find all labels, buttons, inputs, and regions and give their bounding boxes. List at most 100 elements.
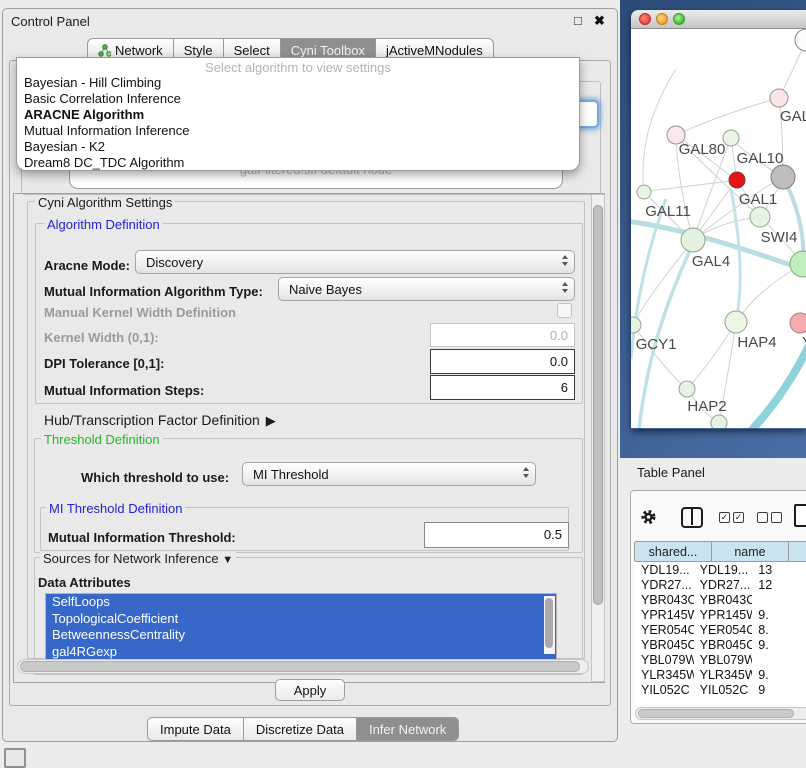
sources-group-title[interactable]: Sources for Network Inference ▼ [40,551,236,566]
tab-infer-network[interactable]: Infer Network [357,717,459,741]
mi-steps-label: Mutual Information Steps: [44,383,204,398]
aracne-mode-select[interactable]: Discovery [135,250,575,274]
network-node[interactable] [771,165,795,189]
table-cell: YBL079W [694,652,753,667]
table-row[interactable]: YBR045CYBR045C9. [635,637,806,652]
table-panel: ✓✓ shared... name A YDL19...YDL19...13YD… [630,490,806,724]
kernel-width-input[interactable]: 0.0 [430,323,575,347]
which-threshold-select[interactable]: MI Threshold [242,462,536,486]
combo-arrows-icon [523,467,529,478]
table-cell: YDL19... [694,562,753,577]
network-node[interactable] [729,172,745,188]
table-row[interactable]: YBR043CYBR043C [635,592,806,607]
network-window-titlebar[interactable] [631,10,806,29]
data-attribute-item[interactable]: gal4RGexp [46,644,556,661]
network-canvas-wrap[interactable]: GAL8GAL80GAL10GAL1GAL11SWI4GAL4GCY1HAP4Y… [631,29,806,428]
network-node[interactable] [790,313,806,333]
mi-steps-input[interactable]: 6 [430,375,575,400]
algorithm-menu-item[interactable]: ARACNE Algorithm [17,107,579,123]
deselect-all-checks-icon[interactable] [757,512,782,523]
network-node[interactable] [637,185,651,199]
close-icon[interactable]: ✖ [594,13,605,29]
column-header[interactable]: name [711,542,789,561]
network-node[interactable] [770,89,788,107]
corner-app-icon[interactable] [4,748,26,768]
algorithm-dropdown-menu: Bayesian - Hill ClimbingBasic Correlatio… [17,75,579,171]
network-node[interactable] [681,228,705,252]
minimize-button[interactable] [656,13,668,25]
apply-button[interactable]: Apply [275,679,345,701]
scrollbar-thumb[interactable] [20,661,580,672]
data-attribute-item[interactable]: BetweennessCentrality [46,627,556,644]
select-all-checks-icon[interactable]: ✓✓ [719,512,744,523]
table-cell: YDL19... [635,562,694,577]
list-scrollbar[interactable] [544,596,555,654]
document-icon[interactable] [794,504,806,527]
manual-kernel-checkbox[interactable] [557,303,572,318]
data-attribute-item[interactable]: TopologicalCoefficient [46,611,556,628]
table-row[interactable]: YDR27...YDR27...12 [635,577,806,592]
data-attribute-item[interactable]: SelfLoops [46,594,556,611]
network-node-label: GCY1 [636,336,677,353]
network-view-window[interactable]: GAL8GAL80GAL10GAL1GAL11SWI4GAL4GCY1HAP4Y… [631,10,806,429]
network-node[interactable] [725,311,747,333]
tab-impute-data[interactable]: Impute Data [147,717,244,741]
scrollbar-thumb[interactable] [593,205,603,605]
network-node[interactable] [723,130,739,146]
which-threshold-label: Which threshold to use: [81,470,229,485]
column-header[interactable]: A [788,542,806,561]
table-row[interactable]: YBL079WYBL079W [635,652,806,667]
table-row[interactable]: YER054CYER054C8. [635,622,806,637]
zoom-button[interactable] [673,13,685,25]
network-node[interactable] [679,381,695,397]
table-row[interactable]: YIL052CYIL052C9 [635,682,806,697]
mi-threshold-label: Mutual Information Threshold: [48,530,236,545]
table-cell: YBR045C [635,637,694,652]
collapse-arrow-icon[interactable]: ▼ [222,554,233,566]
data-attributes-list[interactable]: SelfLoopsTopologicalCoefficientBetweenne… [45,593,557,661]
algorithm-menu-item[interactable]: Dream8 DC_TDC Algorithm [17,155,579,171]
tab-discretize-data[interactable]: Discretize Data [244,717,357,741]
network-edge [644,180,737,192]
close-button[interactable] [639,13,651,25]
network-node[interactable] [795,29,806,51]
threshold-definition-title: Threshold Definition [41,432,163,447]
mi-threshold-input[interactable]: 0.5 [424,522,569,548]
table-cell: 9. [752,607,806,622]
table-row[interactable]: YPR145WYPR145W9. [635,607,806,622]
table-header-row: shared... name A [635,541,806,562]
algorithm-menu-item[interactable]: Basic Correlation Inference [17,91,579,107]
network-node[interactable] [790,251,806,277]
settings-horizontal-scrollbar[interactable] [17,659,589,674]
algorithm-menu-item[interactable]: Bayesian - K2 [17,139,579,155]
manual-kernel-label: Manual Kernel Width Definition [44,305,236,320]
table-horizontal-scrollbar[interactable] [635,707,806,720]
algorithm-dropdown-popup: Select algorithm to view settings Bayesi… [16,57,580,171]
dpi-tolerance-input[interactable]: 0.0 [430,349,575,374]
network-canvas[interactable]: GAL8GAL80GAL10GAL1GAL11SWI4GAL4GCY1HAP4Y… [631,29,806,428]
mi-type-select[interactable]: Naive Bayes [278,277,575,301]
table-cell: YBR043C [694,592,753,607]
float-window-icon[interactable]: □ [574,13,582,28]
table-cell: 9. [752,667,806,682]
column-header[interactable]: shared... [634,542,712,561]
network-node[interactable] [631,317,641,333]
table-cell: YPR145W [635,607,694,622]
columns-icon[interactable] [681,507,703,528]
scrollbar-thumb[interactable] [638,709,794,718]
settings-vertical-scrollbar[interactable] [591,194,605,682]
network-edge [687,322,736,389]
table-cell: YPR145W [694,607,753,622]
gear-icon[interactable] [641,509,656,525]
table-row[interactable]: YLR345WYLR345W9. [635,667,806,682]
table-rows: YDL19...YDL19...13YDR27...YDR27...12YBR0… [635,562,806,705]
algorithm-menu-item[interactable]: Mutual Information Inference [17,123,579,139]
table-row[interactable]: YDL19...YDL19...13 [635,562,806,577]
algorithm-menu-item[interactable]: Bayesian - Hill Climbing [17,75,579,91]
network-node[interactable] [711,415,727,428]
network-node-label: HAP2 [687,398,726,415]
network-node[interactable] [750,207,770,227]
combo-arrows-icon [562,282,568,293]
hub-section-toggle[interactable]: Hub/Transcription Factor Definition▶ [44,412,276,429]
expand-arrow-icon[interactable]: ▶ [266,413,276,428]
